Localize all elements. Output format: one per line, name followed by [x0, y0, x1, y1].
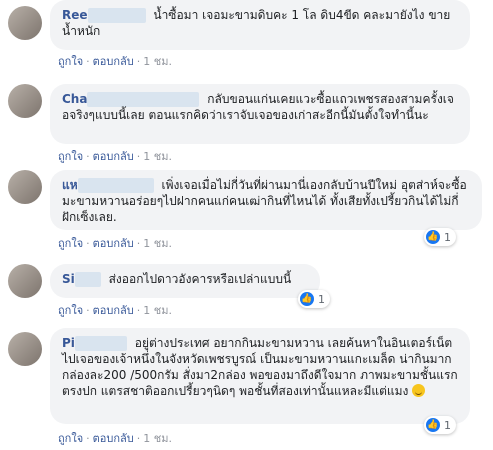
reaction-count[interactable]: 👍 1 [298, 290, 330, 308]
like-link[interactable]: ถูกใจ [58, 304, 83, 317]
avatar[interactable] [8, 332, 42, 366]
comment-actions: ถูกใจ · ตอบกลับ · 1 ชม. [58, 150, 172, 163]
comment-actions: ถูกใจ · ตอบกลับ · 1 ชม. [58, 237, 172, 250]
avatar[interactable] [8, 84, 42, 118]
comment-bubble: Cha กลับขอนแก่นเคยแวะซื้อแถวเพชรสองสามคร… [50, 84, 470, 144]
avatar[interactable] [8, 6, 42, 40]
timestamp[interactable]: 1 ชม. [143, 237, 172, 250]
redacted-name [77, 178, 154, 193]
like-icon: 👍 [300, 292, 314, 306]
commenter-name[interactable]: Si [62, 272, 75, 286]
reply-link[interactable]: ตอบกลับ [93, 432, 134, 445]
comment-actions: ถูกใจ · ตอบกลับ · 1 ชม. [58, 304, 172, 317]
timestamp[interactable]: 1 ชม. [143, 432, 172, 445]
comment-thread: Ree น้ำซื้อมา เจอมะขามดิบคะ 1 โล ดิบ4ขีด… [0, 0, 493, 450]
like-link[interactable]: ถูกใจ [58, 237, 83, 250]
redacted-name [87, 92, 200, 107]
comment-actions: ถูกใจ · ตอบกลับ · 1 ชม. [58, 55, 172, 68]
grinning-emoji-icon [412, 384, 426, 397]
comment-bubble: Ree น้ำซื้อมา เจอมะขามดิบคะ 1 โล ดิบ4ขีด… [50, 0, 470, 50]
commenter-name[interactable]: Ree [62, 8, 88, 22]
reply-link[interactable]: ตอบกลับ [93, 55, 134, 68]
reply-link[interactable]: ตอบกลับ [93, 237, 134, 250]
timestamp[interactable]: 1 ชม. [143, 304, 172, 317]
redacted-name [74, 336, 127, 351]
like-link[interactable]: ถูกใจ [58, 432, 83, 445]
commenter-name[interactable]: Pi [62, 336, 75, 350]
avatar[interactable] [8, 264, 42, 298]
comment-bubble: แห เพิ่งเจอเมื่อไม่กี่วันที่ผ่านมานี่เอง… [50, 170, 482, 230]
like-link[interactable]: ถูกใจ [58, 150, 83, 163]
redacted-name [87, 8, 146, 23]
reply-link[interactable]: ตอบกลับ [93, 150, 134, 163]
like-link[interactable]: ถูกใจ [58, 55, 83, 68]
reaction-count[interactable]: 👍 1 [424, 416, 456, 434]
like-icon: 👍 [426, 230, 440, 244]
timestamp[interactable]: 1 ชม. [143, 150, 172, 163]
like-icon: 👍 [426, 418, 440, 432]
commenter-name[interactable]: Cha [62, 92, 87, 106]
timestamp[interactable]: 1 ชม. [143, 55, 172, 68]
comment-actions: ถูกใจ · ตอบกลับ · 1 ชม. [58, 432, 172, 445]
avatar[interactable] [8, 170, 42, 204]
comment-bubble: Pi อยู่ต่างประเทศ อยากกินมะขามหวาน เลยค้… [50, 328, 470, 424]
commenter-name[interactable]: แห [62, 178, 78, 192]
reply-link[interactable]: ตอบกลับ [93, 304, 134, 317]
redacted-name [74, 272, 101, 287]
comment-text: ส่งออกไปดาวอังคารหรือเปล่าแบบนี้ [108, 272, 292, 286]
reaction-count[interactable]: 👍 1 [424, 228, 456, 246]
comment-bubble: Si ส่งออกไปดาวอังคารหรือเปล่าแบบนี้ [50, 264, 320, 298]
